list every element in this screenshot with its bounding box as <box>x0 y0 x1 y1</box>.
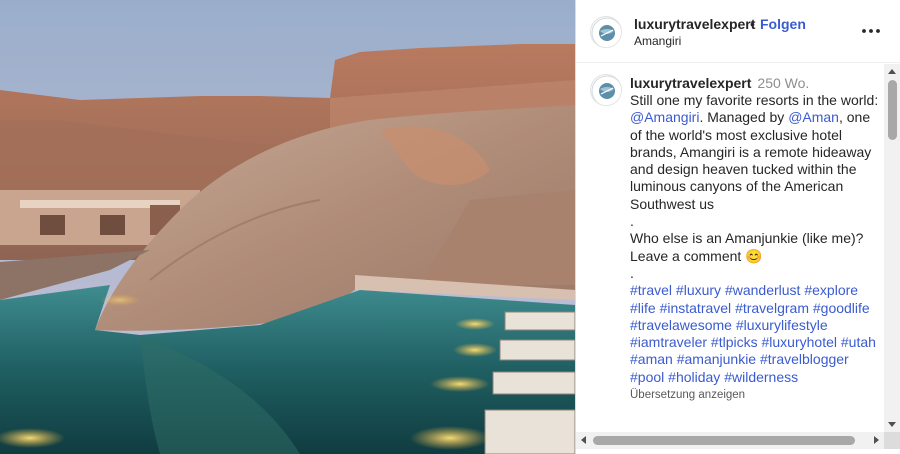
header-username[interactable]: luxurytravelexpert <box>634 16 755 32</box>
post-details-panel: luxurytravelexpert • Folgen Amangiri lux… <box>575 0 900 454</box>
translate-button[interactable]: Übersetzung anzeigen <box>630 387 880 404</box>
hashtag-link[interactable]: #amanjunkie <box>677 351 756 367</box>
mention-aman[interactable]: @Aman <box>788 109 839 125</box>
caption-text-part: . Managed by <box>699 109 789 126</box>
mention-amangiri[interactable]: @Amangiri <box>630 109 699 125</box>
caption-username[interactable]: luxurytravelexpert <box>630 75 751 91</box>
caption-header: luxurytravelexpert 250 Wo. <box>630 75 809 91</box>
hashtag-link[interactable]: #travelawesome <box>630 317 732 333</box>
caption-text: Still one my favorite resorts in the wor… <box>630 92 880 404</box>
caption-dot: . <box>630 264 634 281</box>
post-time[interactable]: 250 Wo. <box>757 75 809 91</box>
caption-question: Who else is an Amanjunkie (like me)? Lea… <box>630 230 880 265</box>
globe-logo-icon <box>591 17 621 47</box>
hashtag-link[interactable]: #wanderlust <box>725 282 801 298</box>
hashtag-link[interactable]: #explore <box>804 282 858 298</box>
hashtag-link[interactable]: #travel <box>630 282 672 298</box>
more-options-icon[interactable] <box>860 20 882 42</box>
hashtag-link[interactable]: #travelblogger <box>760 351 849 367</box>
scroll-right-arrow-icon[interactable] <box>874 436 879 444</box>
post-photo[interactable] <box>0 0 575 454</box>
scroll-down-arrow-icon[interactable] <box>888 422 896 427</box>
location-link[interactable]: Amangiri <box>634 34 681 48</box>
horizontal-scrollbar[interactable] <box>576 432 884 449</box>
hashtag-link[interactable]: #luxurylifestyle <box>736 317 828 333</box>
hashtag-link[interactable]: #holiday <box>668 369 720 385</box>
hashtag-link[interactable]: #luxury <box>676 282 721 298</box>
hashtag-link[interactable]: #wilderness <box>724 369 798 385</box>
hashtag-link[interactable]: #aman <box>630 351 673 367</box>
smile-emoji-icon: 😊 <box>745 247 763 264</box>
hashtag-link[interactable]: #pool <box>630 369 664 385</box>
scrollbar-thumb[interactable] <box>888 80 897 140</box>
hashtag-link[interactable]: #iamtraveler <box>630 334 707 350</box>
follow-button[interactable]: Folgen <box>760 16 806 32</box>
hashtag-link[interactable]: #utah <box>841 334 876 350</box>
hashtag-link[interactable]: #instatravel <box>660 300 732 316</box>
hashtag-link[interactable]: #goodlife <box>813 300 870 316</box>
hashtag-link[interactable]: #travelgram <box>735 300 809 316</box>
caption-body: Still one my favorite resorts in the wor… <box>630 92 880 213</box>
separator-dot: • <box>750 16 755 32</box>
resort-canyon-image <box>0 0 575 454</box>
scrollbar-corner <box>884 432 900 449</box>
hashtag-link[interactable]: #tlpicks <box>711 334 758 350</box>
post-header: luxurytravelexpert • Folgen Amangiri <box>576 0 900 63</box>
hashtag-link[interactable]: #luxuryhotel <box>762 334 838 350</box>
vertical-scrollbar[interactable] <box>884 64 900 432</box>
scrollbar-thumb[interactable] <box>593 436 855 445</box>
caption-scroll-area[interactable]: luxurytravelexpert 250 Wo. Still one my f… <box>576 64 884 432</box>
scroll-left-arrow-icon[interactable] <box>581 436 586 444</box>
globe-logo-icon <box>591 75 621 105</box>
hashtag-list: #travel #luxury #wanderlust #explore #li… <box>630 282 880 386</box>
caption-dot: . <box>630 213 634 230</box>
hashtag-link[interactable]: #life <box>630 300 656 316</box>
caption-avatar[interactable] <box>590 74 622 106</box>
caption-text-part: Still one my favorite resorts in the wor… <box>630 92 879 108</box>
avatar[interactable] <box>590 16 622 48</box>
scroll-up-arrow-icon[interactable] <box>888 69 896 74</box>
